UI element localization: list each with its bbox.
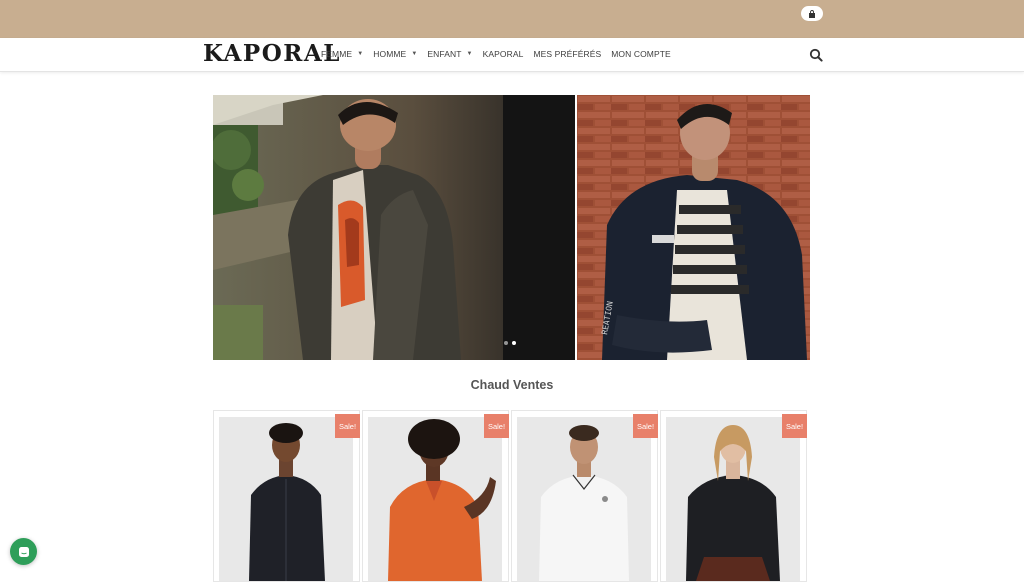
model-photo — [213, 95, 575, 360]
caret-down-icon: ▼ — [357, 51, 364, 57]
section-title: Chaud Ventes — [470, 378, 554, 392]
nav-label: HOMME — [373, 49, 407, 59]
nav-item-homme[interactable]: HOMME ▼ — [373, 49, 417, 59]
chat-button[interactable] — [10, 538, 37, 565]
caret-down-icon: ▼ — [411, 51, 418, 57]
sale-badge: Sale! — [782, 414, 807, 438]
chat-icon — [18, 546, 29, 557]
hero-slide-image[interactable] — [213, 95, 575, 360]
bag-icon — [809, 9, 815, 18]
nav-label: KAPORAL — [482, 49, 524, 59]
product-image[interactable] — [368, 417, 502, 581]
product-image[interactable] — [666, 417, 800, 581]
product-card[interactable]: Sale! — [362, 410, 509, 582]
nav-item-kaporal[interactable]: KAPORAL — [483, 49, 524, 59]
carousel-dots — [504, 341, 516, 345]
caret-down-icon: ▼ — [466, 51, 473, 57]
nav-item-enfant[interactable]: ENFANT ▼ — [427, 49, 472, 59]
top-banner — [0, 0, 1024, 41]
cart-button[interactable] — [801, 6, 823, 21]
nav-label: MES PRÉFÉRÉS — [533, 49, 602, 59]
sale-badge: Sale! — [633, 414, 658, 438]
carousel-dot-active[interactable] — [512, 341, 516, 345]
hero-slide-image[interactable]: REATION — [577, 95, 810, 360]
nav-menu: FEMME ▼ HOMME ▼ ENFANT ▼ KAPORAL MES PRÉ… — [321, 49, 681, 59]
search-icon[interactable] — [809, 48, 823, 62]
carousel-dot[interactable] — [504, 341, 508, 345]
sale-badge: Sale! — [484, 414, 509, 438]
nav-item-mes-preferes[interactable]: MES PRÉFÉRÉS — [533, 49, 601, 59]
model-photo: REATION — [577, 95, 810, 360]
product-card[interactable]: Sale! — [660, 410, 807, 582]
sale-badge: Sale! — [335, 414, 360, 438]
nav-label: FEMME — [321, 49, 353, 59]
nav-item-femme[interactable]: FEMME ▼ — [321, 49, 363, 59]
nav-label: MON COMPTE — [611, 49, 671, 59]
product-card[interactable]: Sale! — [511, 410, 658, 582]
product-card[interactable]: Sale! — [213, 410, 360, 582]
nav-label: ENFANT — [427, 49, 462, 59]
product-image[interactable] — [219, 417, 353, 581]
product-image[interactable] — [517, 417, 651, 581]
nav-item-mon-compte[interactable]: MON COMPTE — [611, 49, 671, 59]
